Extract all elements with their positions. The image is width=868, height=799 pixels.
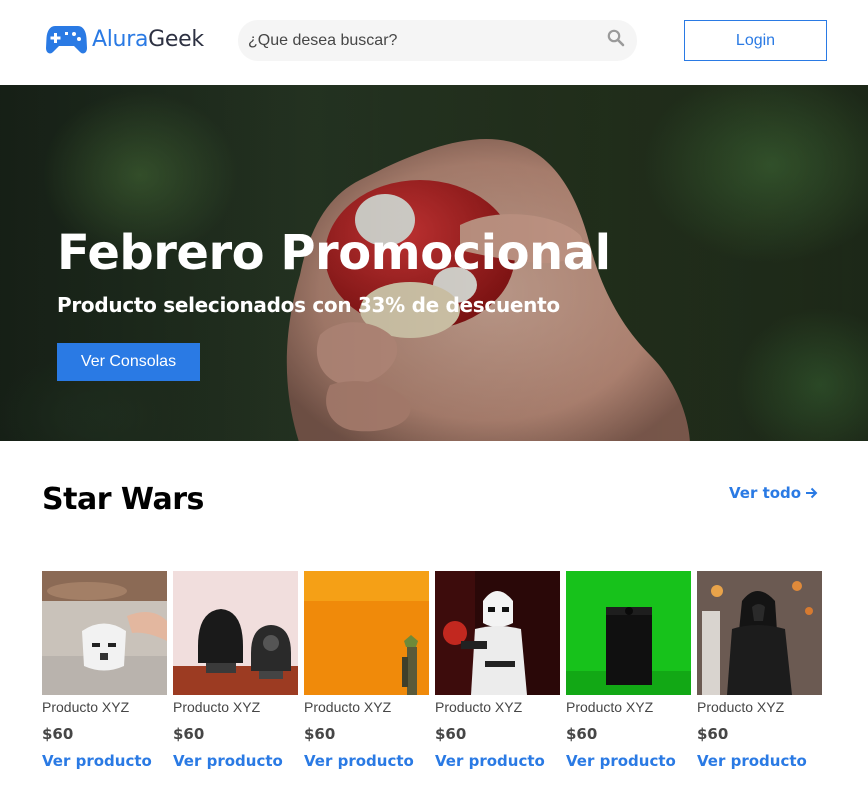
- site-header: AluraGeek Login: [0, 0, 868, 85]
- product-list: Producto XYZ $60 Ver producto Producto X…: [42, 571, 832, 781]
- product-image-kylo-ren-figure[interactable]: [697, 571, 822, 695]
- see-product-link[interactable]: Ver producto: [304, 752, 429, 770]
- see-product-link[interactable]: Ver producto: [435, 752, 560, 770]
- product-name: Producto XYZ: [435, 699, 523, 715]
- product-price: $60: [566, 725, 598, 743]
- see-consoles-button[interactable]: Ver Consolas: [57, 343, 200, 381]
- logo-text: AluraGeek: [92, 27, 204, 52]
- product-image-stormtrooper-mug[interactable]: [42, 571, 167, 695]
- search-bar: [238, 20, 637, 61]
- product-card[interactable]: Producto XYZ $60 Ver producto: [435, 571, 560, 770]
- see-product-link[interactable]: Ver producto: [697, 752, 822, 770]
- login-button[interactable]: Login: [684, 20, 827, 61]
- section-title: Star Wars: [42, 482, 204, 517]
- hero-banner: Febrero Promocional Producto selecionado…: [0, 85, 868, 441]
- product-name: Producto XYZ: [173, 699, 261, 715]
- product-card[interactable]: Producto XYZ $60 Ver producto: [42, 571, 167, 770]
- search-icon[interactable]: [607, 29, 625, 47]
- logo-suffix: Geek: [148, 26, 204, 52]
- product-card[interactable]: Producto XYZ $60 Ver producto: [304, 571, 429, 770]
- see-product-link[interactable]: Ver producto: [42, 752, 167, 770]
- product-image-yoda-figure[interactable]: [304, 571, 429, 695]
- product-card[interactable]: Producto XYZ $60 Ver producto: [566, 571, 691, 770]
- see-all-link[interactable]: Ver todo: [729, 484, 818, 502]
- product-name: Producto XYZ: [566, 699, 654, 715]
- logo[interactable]: AluraGeek: [46, 22, 204, 56]
- product-card[interactable]: Producto XYZ $60 Ver producto: [697, 571, 822, 770]
- see-product-link[interactable]: Ver producto: [173, 752, 298, 770]
- product-price: $60: [304, 725, 336, 743]
- hero-title: Febrero Promocional: [57, 225, 611, 281]
- product-price: $60: [42, 725, 74, 743]
- product-image-xbox-console[interactable]: [566, 571, 691, 695]
- product-name: Producto XYZ: [42, 699, 130, 715]
- arrow-right-icon: [806, 487, 818, 499]
- product-image-stormtrooper-figure[interactable]: [435, 571, 560, 695]
- product-price: $60: [697, 725, 729, 743]
- product-card[interactable]: Producto XYZ $60 Ver producto: [173, 571, 298, 770]
- product-name: Producto XYZ: [304, 699, 392, 715]
- product-price: $60: [173, 725, 205, 743]
- see-all-label: Ver todo: [729, 484, 802, 502]
- logo-prefix: Alura: [92, 26, 149, 52]
- product-price: $60: [435, 725, 467, 743]
- hero-subtitle: Producto selecionados con 33% de descuen…: [57, 293, 560, 317]
- product-image-lego-helmets[interactable]: [173, 571, 298, 695]
- see-product-link[interactable]: Ver producto: [566, 752, 691, 770]
- search-input[interactable]: [248, 20, 593, 61]
- gamepad-icon: [46, 26, 87, 54]
- product-name: Producto XYZ: [697, 699, 785, 715]
